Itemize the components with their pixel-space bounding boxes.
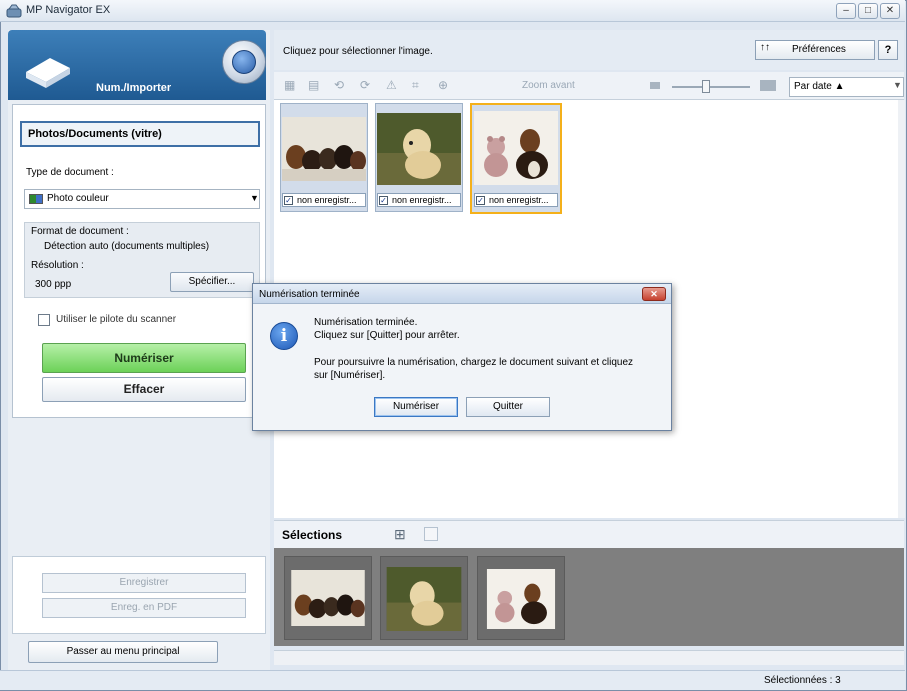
dialog-message: Numérisation terminée. <box>314 317 418 328</box>
thumbnail-checkbox[interactable]: ✓ <box>379 196 388 205</box>
crop-icon[interactable]: ⌗ <box>412 78 426 92</box>
dialog-message: Cliquez sur [Quitter] pour arrêter. <box>314 330 460 341</box>
mode-title: Num./Importer <box>96 82 172 94</box>
globe-icon <box>232 50 256 74</box>
title-bar <box>0 0 905 22</box>
format-label: Format de document : <box>31 226 129 237</box>
teddy-bear-dog-photo <box>474 111 558 185</box>
dialog-message: Pour poursuivre la numérisation, chargez… <box>314 357 634 368</box>
vertical-scrollbar[interactable] <box>898 100 905 518</box>
resolution-value: 300 ppp <box>35 279 72 290</box>
thumbnail-checkbox[interactable]: ✓ <box>284 196 293 205</box>
info-icon: i <box>270 322 298 350</box>
document-type-select[interactable]: Photo couleur <box>24 189 260 209</box>
rotate-left-icon[interactable]: ⟲ <box>334 78 348 92</box>
single-view-icon[interactable] <box>424 527 438 541</box>
large-thumbnail-icon[interactable] <box>760 80 776 91</box>
grid-view-icon[interactable]: ⊞ <box>394 526 406 543</box>
zoom-label[interactable]: Zoom avant <box>522 80 575 91</box>
small-thumbnail-icon[interactable] <box>650 82 660 89</box>
deselect-icon[interactable]: ▤ <box>308 78 322 92</box>
resolution-label: Résolution : <box>31 260 84 271</box>
save-pdf-button[interactable]: Enreg. en PDF <box>42 598 246 618</box>
clear-button[interactable]: Effacer <box>42 377 246 402</box>
close-icon[interactable]: ✕ <box>880 3 900 19</box>
color-photo-icon <box>29 194 43 204</box>
yellow-dog-photo <box>386 567 462 631</box>
dialog-quit-button[interactable]: Quitter <box>466 397 550 417</box>
window-title: MP Navigator EX <box>26 4 111 16</box>
slider-handle[interactable] <box>702 80 710 93</box>
help-button[interactable]: ? <box>878 40 898 60</box>
minimize-icon[interactable]: – <box>836 3 856 19</box>
thumbnail-size-slider[interactable] <box>672 86 750 88</box>
close-icon[interactable]: ✕ <box>642 287 666 301</box>
rotate-right-icon[interactable]: ⟳ <box>360 78 374 92</box>
zoom-in-icon[interactable]: ⊕ <box>438 78 452 92</box>
app-logo-icon <box>6 4 22 18</box>
save-button[interactable]: Enregistrer <box>42 573 246 593</box>
mirror-icon[interactable]: ⚠ <box>386 78 400 92</box>
scanner-icon <box>26 58 70 88</box>
chevron-down-icon[interactable]: ▼ <box>250 193 259 203</box>
dialog-title: Numérisation terminée <box>259 289 360 300</box>
specify-button[interactable]: Spécifier... <box>170 272 254 292</box>
thumbnail-label: non enregistr... <box>474 193 558 207</box>
scan-button[interactable]: Numériser <box>42 343 246 373</box>
save-options-box <box>12 556 266 634</box>
thumbnail-label: non enregistr... <box>282 193 366 207</box>
thumbnail-checkbox[interactable]: ✓ <box>476 196 485 205</box>
teddy-bear-dog-photo <box>486 569 556 629</box>
main-menu-button[interactable]: Passer au menu principal <box>28 641 218 663</box>
dogs-group-photo <box>282 117 366 181</box>
format-value: Détection auto (documents multiples) <box>44 241 210 252</box>
preferences-button[interactable]: Préférences <box>755 40 875 60</box>
maximize-icon[interactable]: □ <box>858 3 878 19</box>
preferences-icon: ↑↑ <box>760 42 770 53</box>
yellow-dog-photo <box>377 113 461 185</box>
select-all-icon[interactable]: ▦ <box>284 78 298 92</box>
dogs-group-photo <box>291 570 365 626</box>
scanner-driver-label: Utiliser le pilote du scanner <box>56 314 177 325</box>
scanner-driver-checkbox[interactable] <box>38 314 50 326</box>
dialog-message: sur [Numériser]. <box>314 370 386 381</box>
selections-header <box>274 520 904 548</box>
sort-select[interactable]: Par date ▲ <box>789 77 904 97</box>
selection-count: Sélectionnées : 3 <box>764 675 841 686</box>
horizontal-scrollbar[interactable] <box>274 650 904 665</box>
thumbnail-label: non enregistr... <box>377 193 461 207</box>
source-button[interactable]: Photos/Documents (vitre) <box>20 121 260 147</box>
selections-label: Sélections <box>282 528 343 542</box>
chevron-down-icon[interactable]: ▼ <box>893 80 902 90</box>
document-type-label: Type de document : <box>26 167 114 178</box>
instruction-text: Cliquez pour sélectionner l'image. <box>283 46 433 57</box>
dialog-scan-button[interactable]: Numériser <box>374 397 458 417</box>
